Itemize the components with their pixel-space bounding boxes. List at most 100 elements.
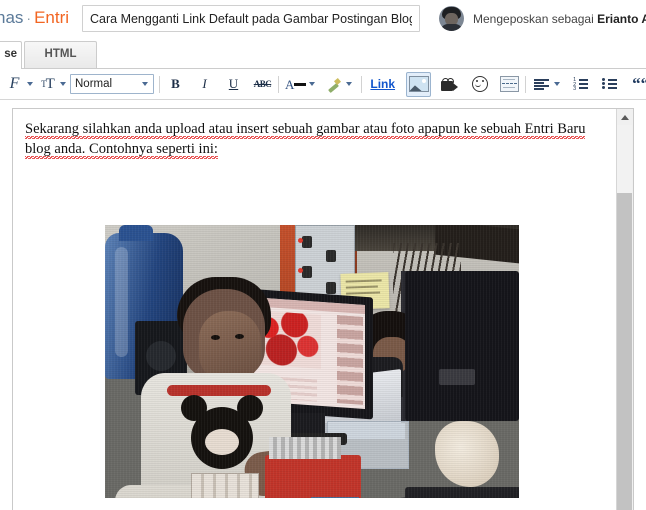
toolbar-divider bbox=[361, 75, 363, 93]
camera-lens bbox=[453, 82, 459, 91]
paragraph-format-select-wrap[interactable]: Normal bbox=[70, 74, 154, 94]
font-family-chevron-down-icon[interactable] bbox=[27, 82, 33, 86]
editor-header: nas·Entri Mengeposkan sebagai Erianto An… bbox=[0, 0, 646, 39]
text-color-icon[interactable]: A bbox=[284, 74, 307, 95]
avatar-body bbox=[440, 24, 463, 31]
screen-sidebar-thumbs bbox=[337, 315, 363, 405]
photo-gallon-neck bbox=[119, 225, 153, 241]
photo-plastic-bag bbox=[435, 421, 499, 487]
marker-pen-icon bbox=[326, 77, 342, 93]
align-left-icon bbox=[534, 78, 550, 90]
note-line bbox=[345, 285, 378, 289]
list-bullet bbox=[602, 78, 606, 81]
link-button[interactable]: Link bbox=[367, 74, 398, 95]
insert-emoji-button[interactable] bbox=[469, 74, 490, 95]
numbered-list-button[interactable]: 1 2 3 bbox=[570, 74, 591, 95]
post-paragraph-text: Sekarang silahkan anda upload atau inser… bbox=[25, 121, 586, 159]
page-break-icon bbox=[500, 76, 520, 92]
break-line-bottom bbox=[503, 87, 516, 88]
photo-child-eye bbox=[235, 334, 244, 339]
align-line bbox=[534, 78, 550, 81]
toolbar-divider bbox=[278, 75, 279, 93]
list-bullet bbox=[602, 86, 606, 89]
photo-speaker-cone bbox=[146, 341, 176, 371]
break-dashed-line bbox=[502, 83, 518, 84]
blockquote-button[interactable]: ““ bbox=[630, 74, 646, 95]
scrollbar-thumb[interactable] bbox=[617, 125, 632, 193]
posting-as-prefix: Mengeposkan sebagai bbox=[473, 12, 594, 26]
image-icon bbox=[408, 76, 429, 92]
list-bullet bbox=[602, 82, 606, 85]
inserted-image[interactable]: EPSON bbox=[105, 225, 519, 498]
insert-image-button[interactable] bbox=[406, 71, 432, 97]
editor-mode-tabs: se HTML bbox=[0, 39, 646, 69]
breadcrumb-separator: · bbox=[26, 10, 32, 26]
posting-as-name: Erianto Anas bbox=[597, 12, 646, 26]
photo-toy-box bbox=[191, 473, 259, 498]
video-camera-icon bbox=[441, 77, 459, 91]
smiley-face-icon bbox=[471, 76, 488, 92]
post-title-input[interactable] bbox=[82, 5, 420, 32]
font-size-chevron-down-icon[interactable] bbox=[60, 82, 66, 86]
mickey-face bbox=[205, 429, 239, 455]
note-line bbox=[346, 291, 381, 295]
eye-right bbox=[481, 80, 484, 82]
list-line bbox=[579, 79, 589, 81]
photo-monitor-label bbox=[439, 369, 475, 385]
break-line-top bbox=[503, 79, 516, 80]
highlight-color-icon[interactable] bbox=[323, 74, 344, 95]
post-body-editor[interactable]: Sekarang silahkan anda upload atau inser… bbox=[12, 108, 634, 510]
eye-left bbox=[475, 80, 478, 82]
text-color-chevron-down-icon[interactable] bbox=[309, 82, 316, 86]
post-content-area[interactable]: Sekarang silahkan anda upload atau inser… bbox=[13, 109, 617, 510]
list-line bbox=[608, 87, 618, 89]
list-line bbox=[608, 83, 618, 85]
posting-as-label: Mengeposkan sebagai Erianto Anas bbox=[473, 12, 646, 26]
note-line bbox=[345, 279, 382, 283]
scrollbar-track[interactable] bbox=[617, 125, 632, 510]
bullet-list-button[interactable] bbox=[599, 74, 620, 95]
toolbar-divider bbox=[525, 75, 527, 93]
breadcrumb-blog-name[interactable]: nas bbox=[0, 8, 23, 27]
tab-compose[interactable]: se bbox=[0, 41, 22, 69]
align-line bbox=[534, 84, 550, 87]
list-number-3: 3 bbox=[573, 86, 577, 92]
list-line bbox=[579, 83, 589, 85]
photo-red-machine bbox=[265, 437, 361, 498]
mickey-ear-left bbox=[181, 395, 207, 421]
pen-tip bbox=[334, 77, 342, 85]
camera-body bbox=[441, 80, 454, 91]
editor-vertical-scrollbar[interactable] bbox=[616, 109, 633, 510]
bold-button[interactable]: B bbox=[165, 74, 186, 95]
strikethrough-button[interactable]: ABC bbox=[252, 74, 273, 95]
mouth bbox=[475, 83, 482, 87]
insert-jump-break-button[interactable] bbox=[499, 74, 520, 95]
insert-video-button[interactable] bbox=[439, 74, 460, 95]
font-size-icon[interactable]: TT bbox=[37, 74, 58, 95]
list-line bbox=[608, 79, 618, 81]
photo-child-face bbox=[199, 311, 261, 381]
underline-button[interactable]: U bbox=[223, 74, 244, 95]
font-family-icon[interactable]: F bbox=[4, 74, 25, 95]
italic-button[interactable]: I bbox=[194, 74, 215, 95]
photo-led bbox=[298, 268, 303, 273]
photo-metal-parts bbox=[269, 437, 341, 459]
photo-child-eye bbox=[211, 335, 220, 340]
align-line bbox=[534, 81, 545, 84]
formatting-toolbar: F TT Normal B I U ABC A Link 1 2 3 “ bbox=[0, 70, 646, 100]
align-button[interactable] bbox=[531, 74, 552, 95]
photo-blue-panel bbox=[311, 497, 359, 498]
align-chevron-down-icon[interactable] bbox=[554, 82, 561, 86]
scroll-up-button[interactable] bbox=[617, 109, 632, 125]
avatar[interactable] bbox=[439, 6, 464, 31]
blogger-post-editor: nas·Entri Mengeposkan sebagai Erianto An… bbox=[0, 0, 646, 510]
bullet-list-icon bbox=[602, 78, 618, 90]
photo-shirt-stripe bbox=[167, 385, 271, 396]
highlight-chevron-down-icon[interactable] bbox=[346, 82, 353, 86]
photo-switch bbox=[302, 236, 312, 248]
paragraph-format-select[interactable]: Normal bbox=[70, 74, 154, 94]
photo-switch bbox=[302, 266, 312, 278]
tab-html[interactable]: HTML bbox=[24, 41, 97, 68]
photo-switch bbox=[326, 282, 336, 294]
text-color-letter: A bbox=[285, 76, 295, 92]
